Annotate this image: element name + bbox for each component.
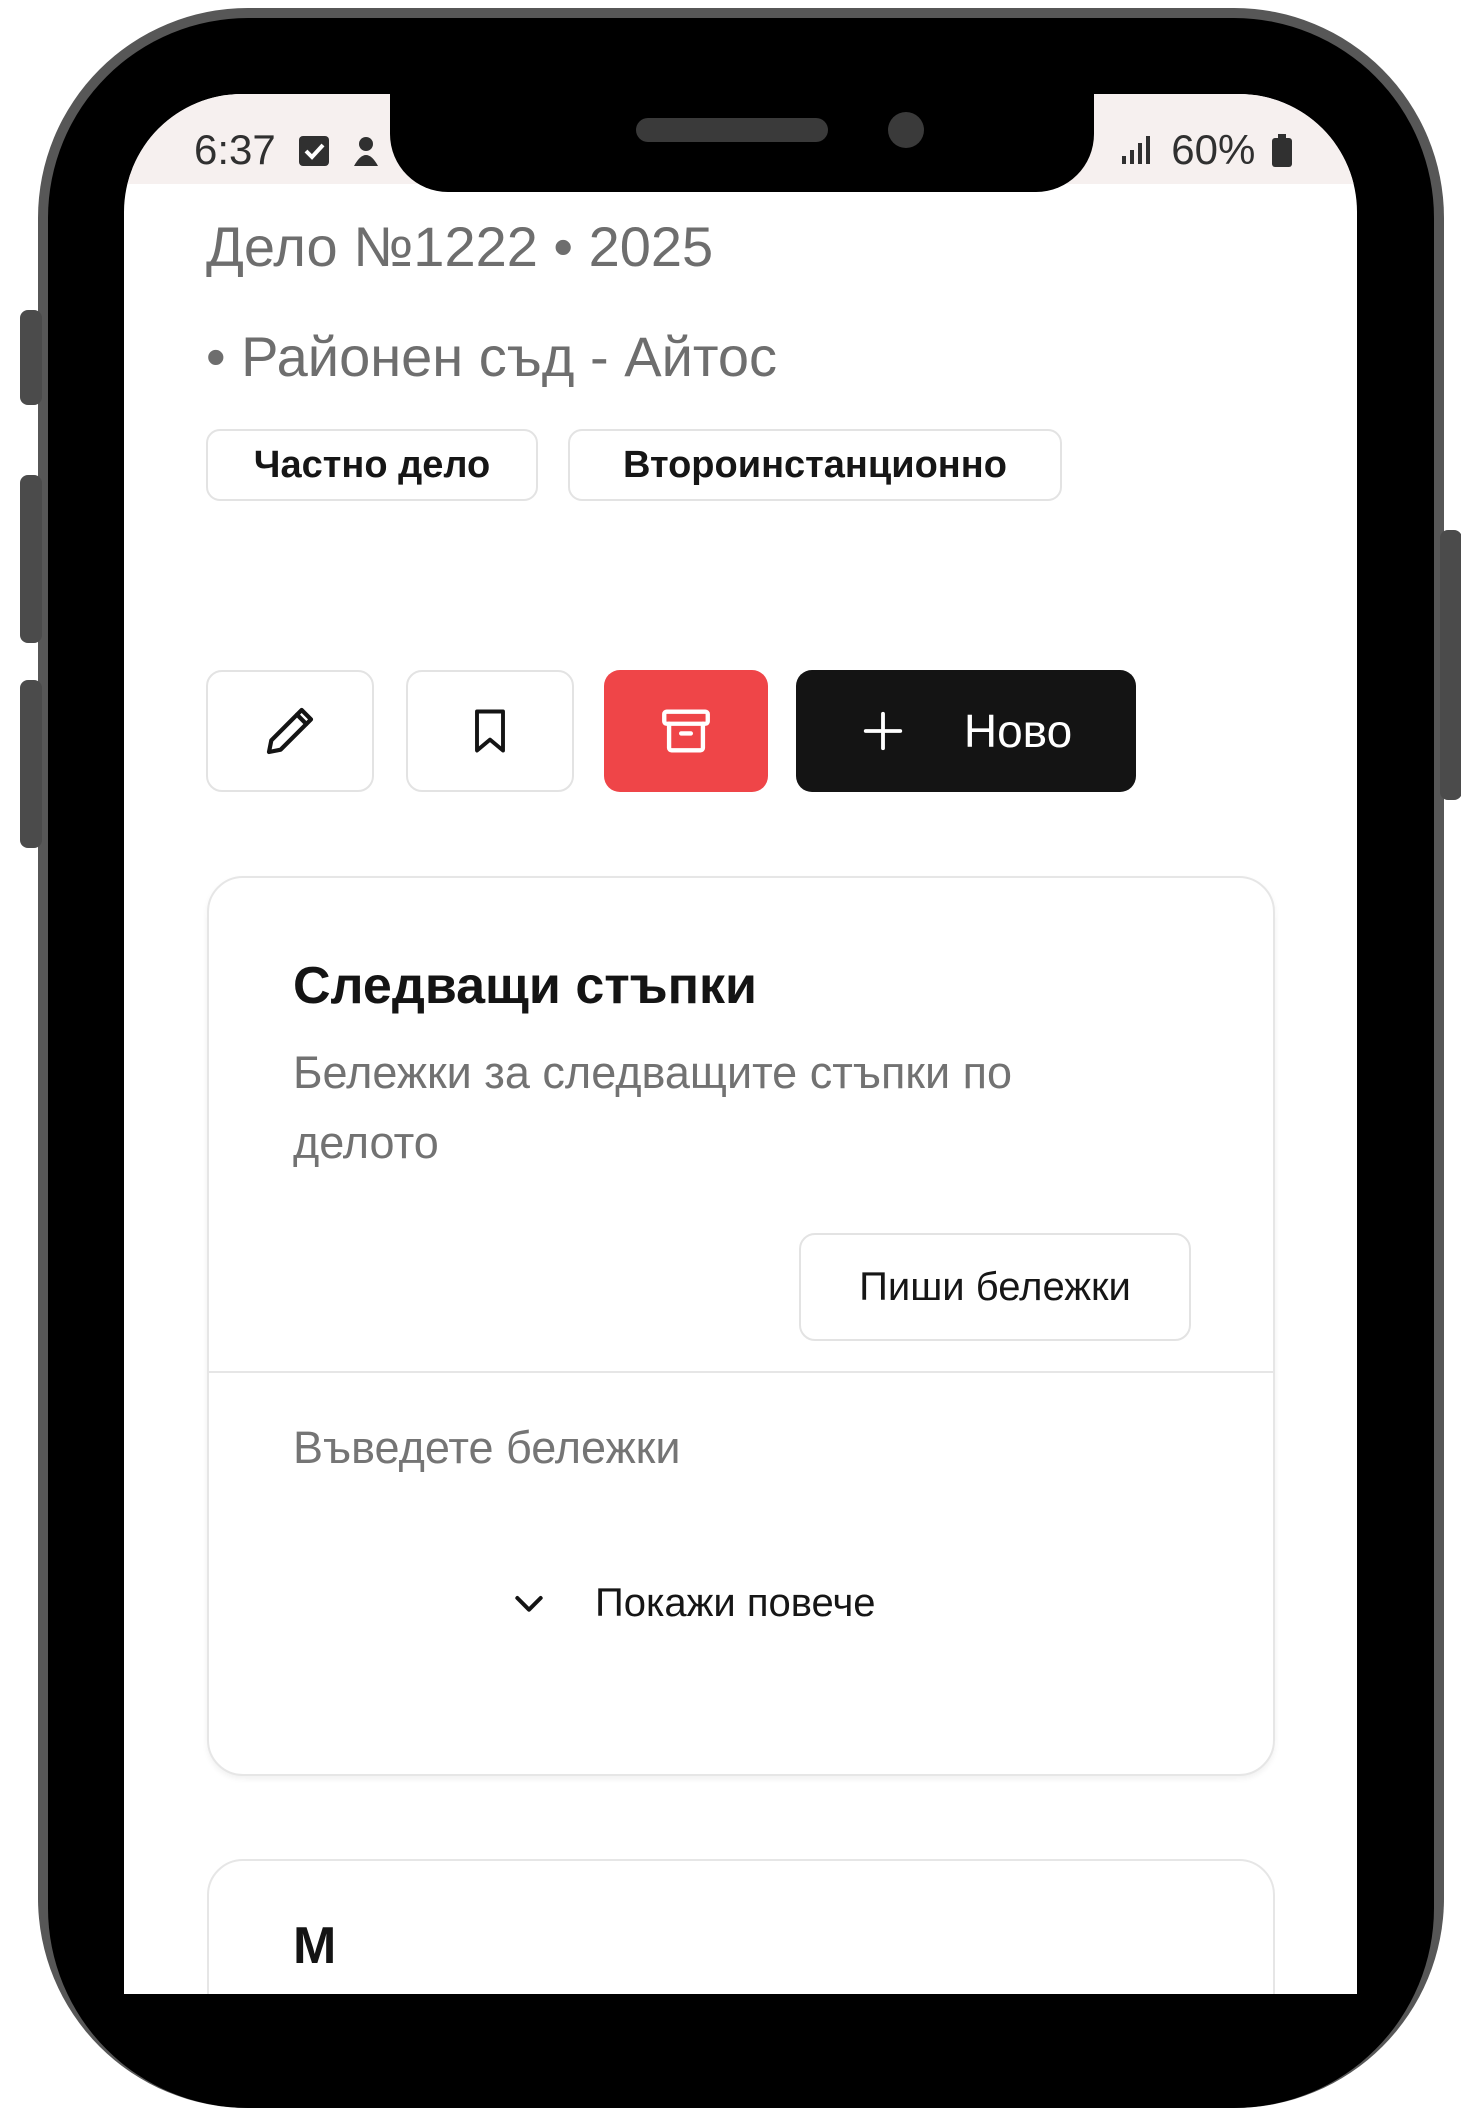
write-notes-button[interactable]: Пиши бележки [799,1233,1191,1341]
tag-chip-private-case: Частно дело [206,429,538,501]
mute-switch [20,310,42,405]
new-button-label: Ново [963,705,1073,757]
app-notification-icon [354,137,379,166]
signal-icon [1121,136,1150,164]
status-time: 6:37 [194,126,381,174]
phone-notch [390,94,1094,192]
court-name: • Районен съд - Айтос [206,325,778,388]
clock: 6:37 [194,126,276,173]
new-button[interactable]: Ново [796,670,1136,792]
card-subtitle: Бележки за следващите стъпки по делото [293,1047,1013,1168]
volume-up-button [20,475,42,643]
show-more-label: Покажи повече [595,1580,876,1625]
chevron-down-icon [515,1596,543,1612]
bookmark-icon [475,709,505,753]
notes-input[interactable] [293,1413,1193,1483]
edit-button[interactable] [206,670,374,792]
status-right: 60% [1120,126,1293,174]
speaker-grille [636,118,828,142]
battery-icon [1272,134,1292,167]
volume-down-button [20,680,42,848]
bookmark-button[interactable] [406,670,574,792]
next-card: М [207,1859,1275,1994]
pencil-icon [266,707,314,755]
power-button [1440,530,1461,800]
divider [209,1371,1273,1373]
front-camera [888,112,924,148]
card-title: Следващи стъпки [293,957,758,1015]
show-more-button[interactable]: Покажи повече [509,1568,876,1638]
checkbox-notification-icon [299,136,330,166]
tag-chip-second-instance: Второинстанционно [568,429,1062,501]
archive-button[interactable] [604,670,768,792]
archive-icon [662,709,710,753]
next-steps-card: Следващи стъпки Бележки за следващите ст… [207,876,1275,1776]
next-card-title: М [293,1917,337,1975]
plus-icon [863,711,903,751]
battery-percent: 60% [1171,126,1256,173]
case-title: Дело №1222 • 2025 [206,215,714,278]
screen: 6:37 60% Дело №1222 • 2025 • Районен съд… [124,94,1357,1994]
